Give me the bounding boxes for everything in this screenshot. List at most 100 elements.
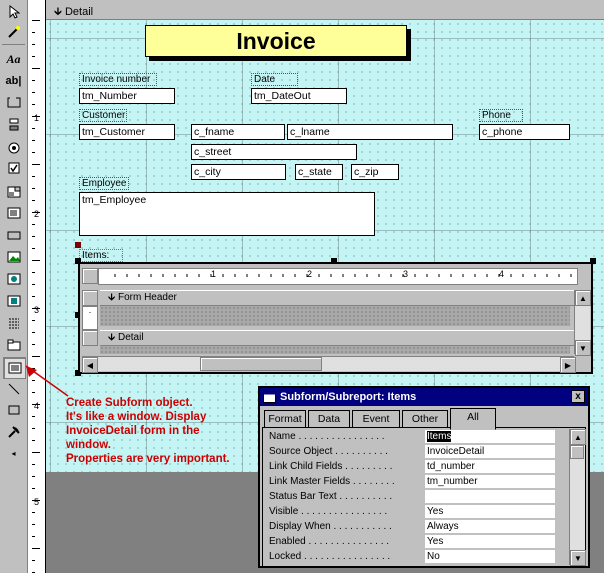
scroll-thumb[interactable] xyxy=(200,357,322,371)
selected-value[interactable]: Items xyxy=(427,431,452,442)
property-row[interactable]: Link Master Fields . . . . . . . . tm_nu… xyxy=(269,474,569,489)
property-name: Locked . . . . . . . . . . . . . . . . xyxy=(269,551,391,562)
subform-ruler-number: 4 xyxy=(499,269,505,279)
property-row[interactable]: Visible . . . . . . . . . . . . . . . . … xyxy=(269,504,569,519)
tab-format[interactable]: Format xyxy=(264,410,306,428)
detail-section-bar[interactable]: 🡳 Detail xyxy=(46,0,604,20)
ruler-tick xyxy=(32,512,35,513)
scroll-up-icon[interactable]: ▲ xyxy=(575,290,591,306)
scroll-left-icon[interactable]: ◀ xyxy=(82,357,98,373)
toolbox-scroll-left-icon[interactable]: ◂ xyxy=(3,443,24,463)
properties-title-bar[interactable]: Subform/Subreport: Items x xyxy=(260,388,588,406)
scroll-down-icon[interactable]: ▼ xyxy=(570,550,586,566)
property-name: Link Master Fields . . . . . . . . xyxy=(269,476,395,487)
properties-vertical-scrollbar[interactable]: ▲ ▼ xyxy=(569,429,586,566)
ruler-tick xyxy=(32,416,35,417)
c-state-field[interactable]: c_state xyxy=(295,164,343,180)
label-aa-icon[interactable]: Aa xyxy=(3,49,24,69)
subform-vertical-scrollbar[interactable]: ▲ ▼ xyxy=(574,290,591,356)
property-value[interactable]: Yes xyxy=(425,505,555,518)
items-label[interactable]: Items: xyxy=(79,249,123,262)
command-button-icon[interactable] xyxy=(3,225,24,245)
list-box-icon[interactable] xyxy=(3,203,24,223)
section-selector-button[interactable] xyxy=(82,330,98,346)
wizard-wand-icon[interactable] xyxy=(3,22,24,42)
tab-other[interactable]: Other xyxy=(402,410,448,428)
date-label[interactable]: Date xyxy=(251,73,298,86)
more-tools-icon[interactable] xyxy=(3,422,24,442)
section-arrow-icon: 🡳 xyxy=(108,332,116,343)
form-header-area[interactable] xyxy=(100,306,570,326)
property-name: Display When . . . . . . . . . . . xyxy=(269,521,392,532)
toolbox: Aa ab| ◂ xyxy=(0,0,28,573)
property-value[interactable]: Yes xyxy=(425,535,555,548)
form-selector-button[interactable] xyxy=(82,268,98,284)
property-name: Status Bar Text . . . . . . . . . . xyxy=(269,491,393,502)
subform-horizontal-scrollbar[interactable]: ◀ ▶ xyxy=(82,356,576,373)
property-value[interactable]: td_number xyxy=(425,460,555,473)
tm-number-field[interactable]: tm_Number xyxy=(79,88,175,104)
property-row[interactable]: Enabled . . . . . . . . . . . . . . . Ye… xyxy=(269,534,569,549)
phone-label[interactable]: Phone xyxy=(479,109,523,122)
option-button-icon[interactable] xyxy=(3,138,24,158)
subform-control[interactable]: 1 2 3 4 🡳 Form Header · 🡳 Detail ▲ ▼ ◀ ▶ xyxy=(78,262,593,374)
property-row[interactable]: Display When . . . . . . . . . . . Alway… xyxy=(269,519,569,534)
property-row[interactable]: Source Object . . . . . . . . . . Invoic… xyxy=(269,444,569,459)
tab-control-icon[interactable] xyxy=(3,335,24,355)
ruler-tick xyxy=(32,332,35,333)
select-arrow-icon[interactable] xyxy=(3,2,24,22)
scroll-thumb[interactable] xyxy=(570,445,584,459)
c-zip-field[interactable]: c_zip xyxy=(351,164,399,180)
property-value[interactable]: Always xyxy=(425,520,555,533)
unbound-object-icon[interactable] xyxy=(3,269,24,289)
option-group-icon[interactable] xyxy=(3,92,24,112)
tab-data[interactable]: Data xyxy=(308,410,350,428)
subform-detail-area[interactable] xyxy=(100,346,570,354)
toggle-button-icon[interactable] xyxy=(3,115,24,135)
c-street-field[interactable]: c_street xyxy=(191,144,357,160)
scroll-up-icon[interactable]: ▲ xyxy=(570,429,586,445)
property-value[interactable]: No xyxy=(425,550,555,563)
property-row[interactable]: Link Child Fields . . . . . . . . . td_n… xyxy=(269,459,569,474)
property-row[interactable]: Name . . . . . . . . . . . . . . . . Ite… xyxy=(269,429,569,444)
ruler-mark: 2 xyxy=(34,209,40,219)
employee-label[interactable]: Employee xyxy=(79,177,129,190)
customer-label[interactable]: Customer xyxy=(79,109,127,122)
close-icon[interactable]: x xyxy=(571,390,585,403)
scroll-down-icon[interactable]: ▼ xyxy=(575,340,591,356)
invoice-number-label[interactable]: Invoice number xyxy=(79,73,157,86)
property-value[interactable]: InvoiceDetail xyxy=(425,445,555,458)
c-phone-field[interactable]: c_phone xyxy=(479,124,570,140)
property-value[interactable]: Items xyxy=(425,430,555,443)
section-selector-button[interactable] xyxy=(82,290,98,306)
tm-dateout-field[interactable]: tm_DateOut xyxy=(251,88,347,104)
properties-window[interactable]: Subform/Subreport: Items x Format Data E… xyxy=(258,386,590,568)
ruler-tick xyxy=(32,56,35,57)
tm-employee-field[interactable]: tm_Employee xyxy=(79,192,375,236)
subform-detail-bar[interactable]: 🡳 Detail xyxy=(100,330,578,346)
properties-panel: Name . . . . . . . . . . . . . . . . Ite… xyxy=(262,427,586,567)
c-lname-field[interactable]: c_lname xyxy=(287,124,453,140)
move-handle[interactable] xyxy=(75,242,81,248)
tab-all[interactable]: All xyxy=(450,408,496,430)
image-icon[interactable] xyxy=(3,247,24,267)
form-header-bar[interactable]: 🡳 Form Header xyxy=(100,290,578,306)
property-value[interactable]: tm_number xyxy=(425,475,555,488)
tab-event[interactable]: Event xyxy=(352,410,400,428)
bound-object-icon[interactable] xyxy=(3,291,24,311)
form-title-label[interactable]: Invoice xyxy=(145,25,407,57)
ruler-tick xyxy=(32,236,35,237)
page-break-icon[interactable] xyxy=(3,313,24,333)
property-row[interactable]: Status Bar Text . . . . . . . . . . xyxy=(269,489,569,504)
tm-customer-field[interactable]: tm_Customer xyxy=(79,124,175,140)
c-fname-field[interactable]: c_fname xyxy=(191,124,285,140)
ruler-tick xyxy=(32,284,35,285)
ruler-tick xyxy=(32,272,35,273)
property-row[interactable]: Locked . . . . . . . . . . . . . . . . N… xyxy=(269,549,569,564)
textbox-ab-icon[interactable]: ab| xyxy=(3,71,24,91)
c-city-field[interactable]: c_city xyxy=(191,164,286,180)
property-value[interactable] xyxy=(425,490,555,503)
combo-box-icon[interactable] xyxy=(3,182,24,202)
checkbox-icon[interactable] xyxy=(3,158,24,178)
scroll-right-icon[interactable]: ▶ xyxy=(560,357,576,373)
